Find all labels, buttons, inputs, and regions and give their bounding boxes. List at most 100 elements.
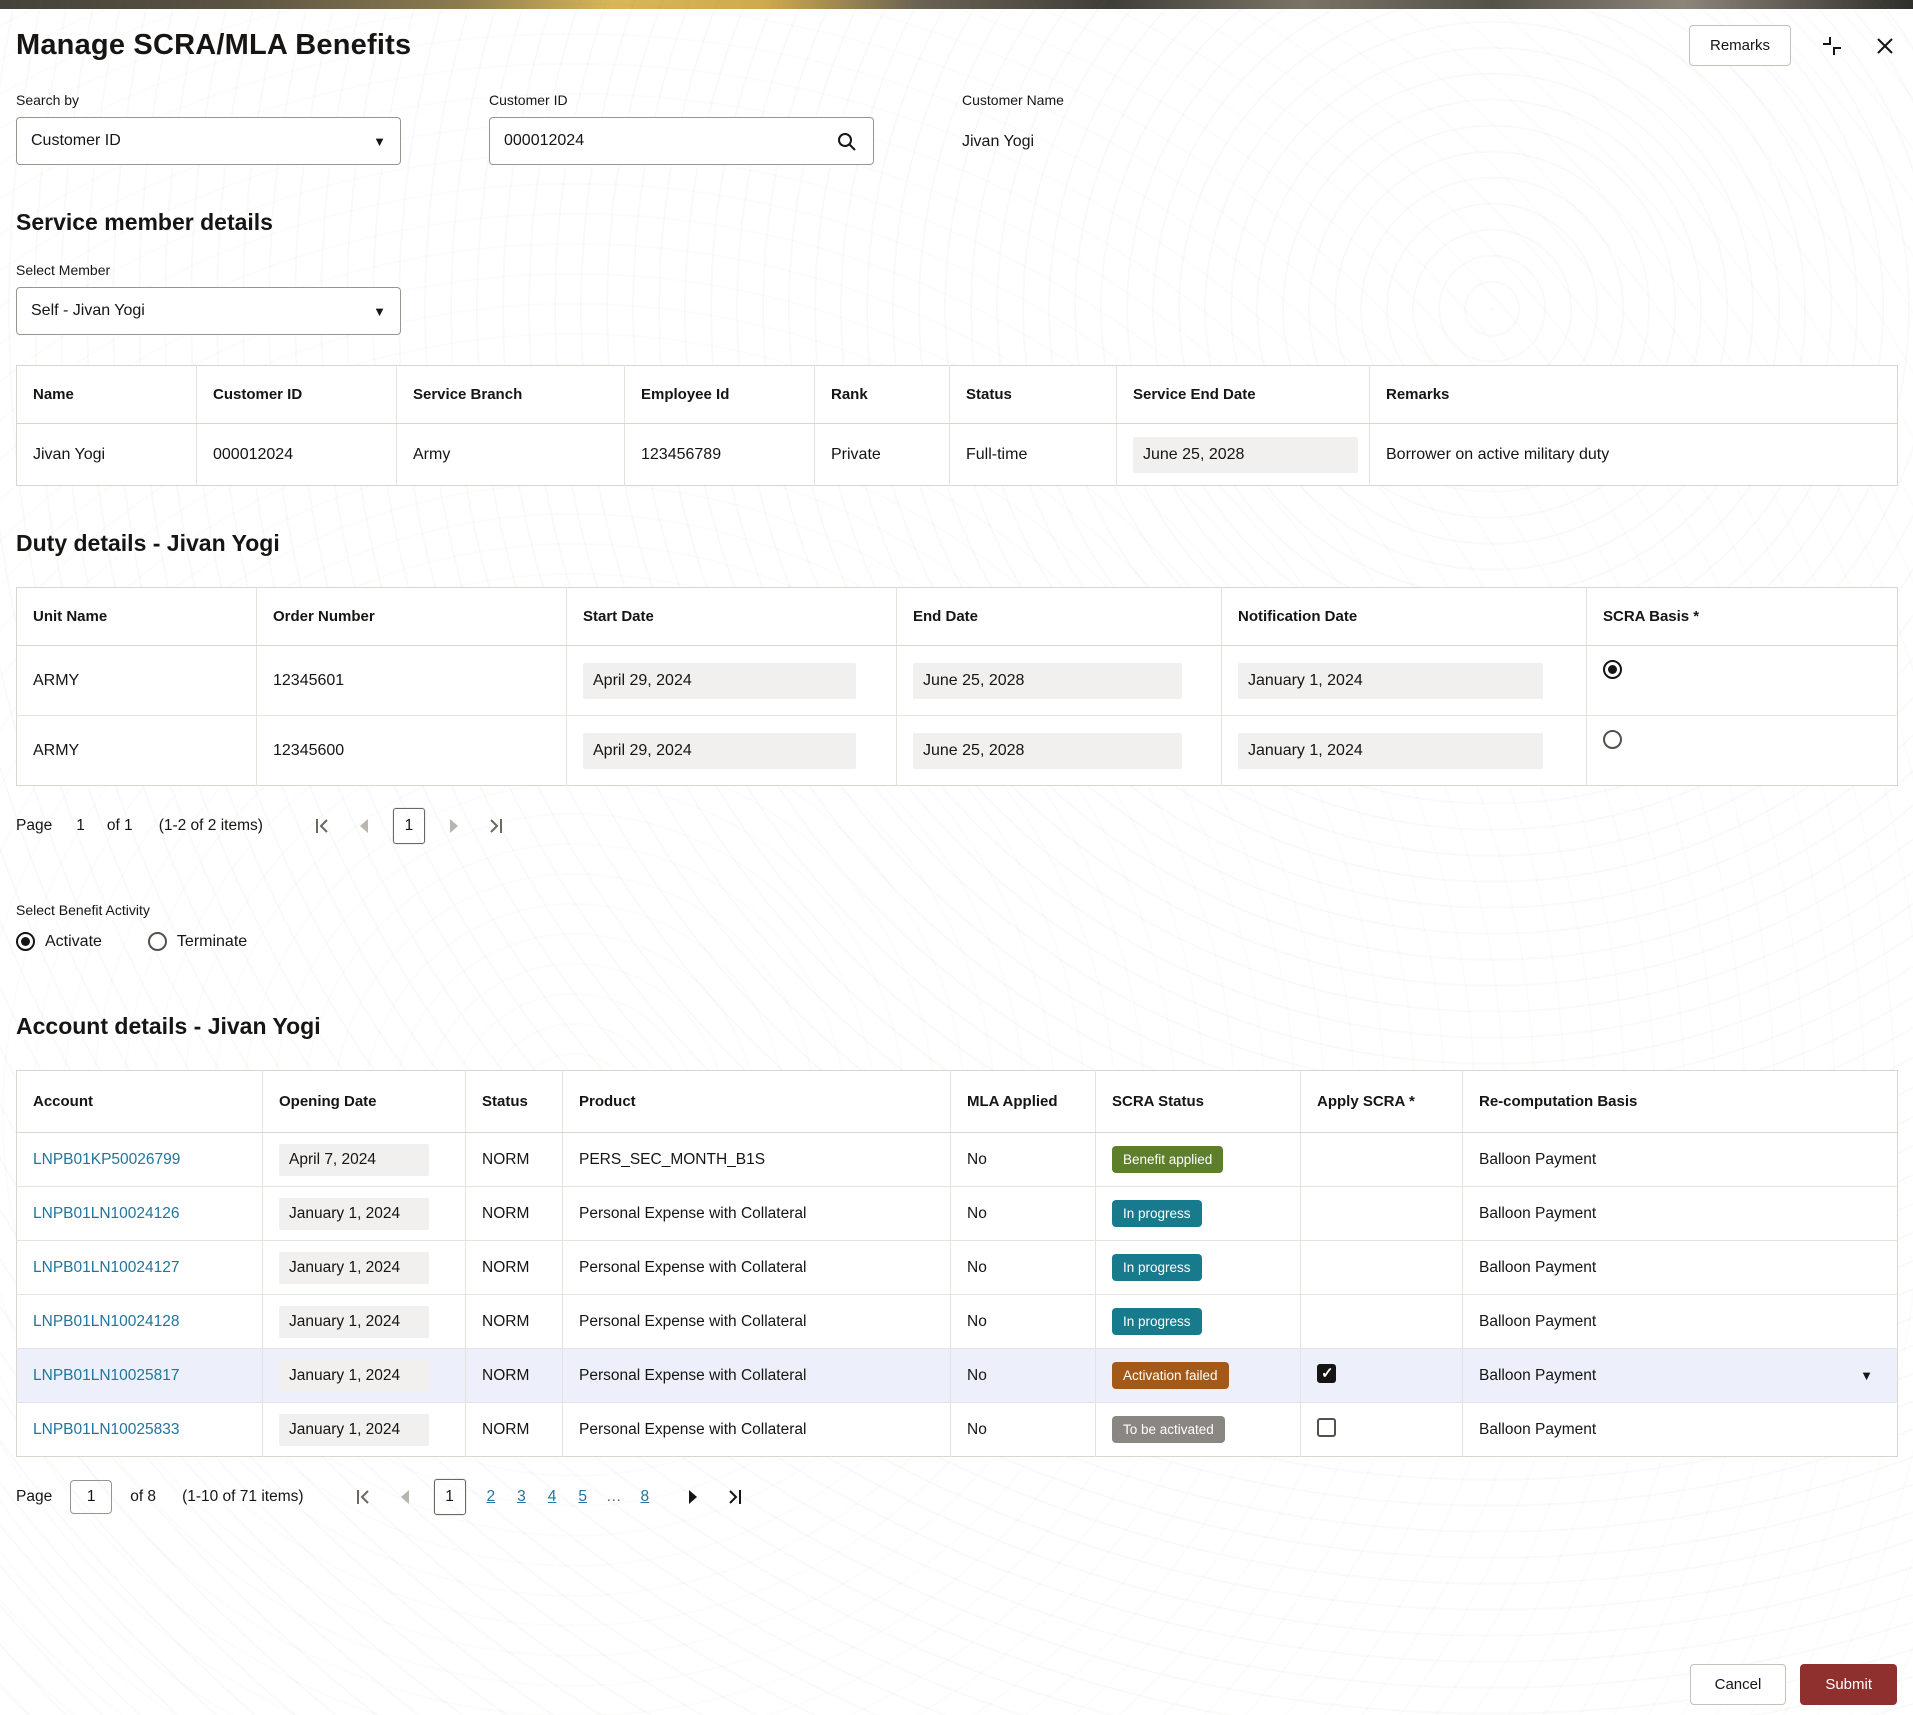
account-link[interactable]: LNPB01LN10024127 bbox=[33, 1259, 180, 1276]
duty-start-date-field[interactable]: April 29, 2024 bbox=[583, 732, 857, 769]
duty-end-date-field[interactable]: June 25, 2028 bbox=[913, 732, 1182, 769]
table-row: LNPB01LN10024127 January 1, 2024 NORM Pe… bbox=[16, 1240, 1898, 1295]
submit-button[interactable]: Submit bbox=[1800, 1664, 1897, 1705]
page-link-4[interactable]: 4 bbox=[541, 1488, 564, 1506]
last-page-icon[interactable] bbox=[716, 1485, 752, 1509]
account-pagination: Page 1 of 8 (1-10 of 71 items) 1 2 3 4 5… bbox=[16, 1479, 1897, 1515]
page-link-3[interactable]: 3 bbox=[510, 1488, 533, 1506]
customer-id-input[interactable] bbox=[504, 132, 834, 150]
last-page-icon[interactable] bbox=[477, 814, 513, 838]
recomputation-basis-select[interactable]: Balloon Payment ▼ bbox=[1479, 1367, 1881, 1385]
account-product: PERS_SEC_MONTH_B1S bbox=[562, 1132, 951, 1187]
col-header-scra-basis: SCRA Basis * bbox=[1586, 587, 1898, 646]
page-label: Page bbox=[16, 817, 53, 834]
account-link[interactable]: LNPB01LN10025817 bbox=[33, 1367, 180, 1384]
table-header-row: Unit Name Order Number Start Date End Da… bbox=[16, 587, 1898, 646]
select-member-select[interactable]: Self - Jivan Yogi ▼ bbox=[16, 287, 401, 335]
duty-start-date-field[interactable]: April 29, 2024 bbox=[583, 662, 857, 699]
page-number-input[interactable]: 1 bbox=[70, 1480, 113, 1514]
opening-date-field[interactable]: January 1, 2024 bbox=[279, 1197, 429, 1230]
opening-date-field[interactable]: January 1, 2024 bbox=[279, 1305, 429, 1338]
benefit-activity-options: Activate Terminate bbox=[16, 932, 1897, 951]
prev-page-icon[interactable] bbox=[390, 1485, 420, 1509]
first-page-icon[interactable] bbox=[346, 1485, 382, 1509]
table-row: LNPB01LN10024128 January 1, 2024 NORM Pe… bbox=[16, 1294, 1898, 1349]
mla-applied: No bbox=[950, 1132, 1096, 1187]
col-header-product: Product bbox=[562, 1070, 951, 1133]
recomputation-basis-value: Balloon Payment bbox=[1479, 1366, 1597, 1384]
close-icon[interactable] bbox=[1873, 34, 1897, 58]
duty-notification-date-field[interactable]: January 1, 2024 bbox=[1238, 732, 1544, 769]
current-page-box[interactable]: 1 bbox=[392, 808, 425, 844]
account-link[interactable]: LNPB01LN10025833 bbox=[33, 1421, 180, 1438]
member-service-branch: Army bbox=[396, 423, 625, 486]
duty-end-date-field[interactable]: June 25, 2028 bbox=[913, 662, 1182, 699]
scra-status-badge: In progress bbox=[1112, 1200, 1202, 1227]
opening-date-field[interactable]: January 1, 2024 bbox=[279, 1359, 429, 1392]
service-end-date-field[interactable]: June 25, 2028 bbox=[1133, 436, 1358, 473]
col-header-order-number: Order Number bbox=[256, 587, 567, 646]
terminate-radio-label: Terminate bbox=[176, 932, 248, 950]
items-count-label: (1-10 of 71 items) bbox=[182, 1488, 304, 1505]
next-page-icon[interactable] bbox=[678, 1485, 708, 1509]
decorative-banner-strip bbox=[0, 0, 1913, 9]
chevron-down-icon: ▼ bbox=[1860, 1368, 1873, 1383]
opening-date-field[interactable]: January 1, 2024 bbox=[279, 1251, 429, 1284]
account-link[interactable]: LNPB01LN10024128 bbox=[33, 1313, 180, 1330]
cancel-button[interactable]: Cancel bbox=[1689, 1664, 1787, 1705]
account-status: NORM bbox=[465, 1186, 563, 1241]
terminate-radio-option[interactable]: Terminate bbox=[147, 932, 248, 951]
scra-status-badge: Activation failed bbox=[1112, 1362, 1229, 1389]
account-details-table: Account Opening Date Status Product MLA … bbox=[16, 1070, 1898, 1457]
col-header-opening-date: Opening Date bbox=[262, 1070, 466, 1133]
table-row: LNPB01LN10025833 January 1, 2024 NORM Pe… bbox=[16, 1402, 1898, 1457]
account-link[interactable]: LNPB01LN10024126 bbox=[33, 1205, 180, 1222]
prev-page-icon[interactable] bbox=[349, 814, 379, 838]
member-remarks: Borrower on active military duty bbox=[1386, 445, 1610, 463]
mla-applied: No bbox=[950, 1294, 1096, 1349]
activate-radio-label: Activate bbox=[45, 932, 102, 950]
page-link-2[interactable]: 2 bbox=[480, 1488, 503, 1506]
page-link-8[interactable]: 8 bbox=[634, 1488, 657, 1506]
page-ellipsis: … bbox=[606, 1488, 622, 1505]
apply-scra-checkbox[interactable] bbox=[1317, 1417, 1336, 1437]
benefit-activity-label: Select Benefit Activity bbox=[16, 902, 150, 918]
next-page-icon[interactable] bbox=[439, 814, 469, 838]
mla-applied: No bbox=[950, 1186, 1096, 1241]
current-page-box[interactable]: 1 bbox=[433, 1479, 466, 1515]
duty-order-number: 12345601 bbox=[256, 645, 567, 716]
account-product: Personal Expense with Collateral bbox=[562, 1402, 951, 1457]
member-rank: Private bbox=[814, 423, 950, 486]
account-link[interactable]: LNPB01KP50026799 bbox=[33, 1151, 180, 1168]
table-row: ARMY 12345600 April 29, 2024 June 25, 20… bbox=[16, 715, 1898, 786]
activate-radio-option[interactable]: Activate bbox=[16, 932, 102, 951]
scra-basis-radio[interactable] bbox=[1603, 730, 1622, 749]
scra-basis-radio[interactable] bbox=[1603, 660, 1622, 679]
table-row-selected: LNPB01LN10025817 January 1, 2024 NORM Pe… bbox=[16, 1348, 1898, 1403]
col-header-remarks: Remarks bbox=[1369, 365, 1898, 424]
account-status: NORM bbox=[465, 1348, 563, 1403]
mla-applied: No bbox=[950, 1402, 1096, 1457]
mla-applied: No bbox=[950, 1240, 1096, 1295]
recomputation-basis: Balloon Payment bbox=[1462, 1294, 1898, 1349]
col-header-notification-date: Notification Date bbox=[1221, 587, 1587, 646]
col-header-recomputation-basis: Re-computation Basis bbox=[1462, 1070, 1898, 1133]
opening-date-field[interactable]: April 7, 2024 bbox=[279, 1143, 429, 1176]
opening-date-field[interactable]: January 1, 2024 bbox=[279, 1413, 429, 1446]
collapse-window-icon[interactable] bbox=[1819, 33, 1845, 59]
page-link-5[interactable]: 5 bbox=[571, 1488, 594, 1506]
terminate-radio[interactable] bbox=[147, 932, 167, 951]
search-by-select[interactable]: Customer ID ▼ bbox=[16, 117, 401, 165]
apply-scra-checkbox[interactable] bbox=[1317, 1363, 1336, 1383]
recomputation-basis: Balloon Payment bbox=[1462, 1240, 1898, 1295]
search-icon[interactable] bbox=[834, 129, 859, 154]
col-header-name: Name bbox=[16, 365, 197, 424]
remarks-button[interactable]: Remarks bbox=[1688, 25, 1791, 66]
member-name: Jivan Yogi bbox=[16, 423, 197, 486]
first-page-icon[interactable] bbox=[305, 814, 341, 838]
activate-radio[interactable] bbox=[16, 932, 35, 951]
duty-notification-date-field[interactable]: January 1, 2024 bbox=[1238, 662, 1544, 699]
page-number-value: 1 bbox=[76, 817, 85, 834]
page-of-label: of 8 bbox=[130, 1488, 157, 1505]
col-header-service-branch: Service Branch bbox=[396, 365, 625, 424]
